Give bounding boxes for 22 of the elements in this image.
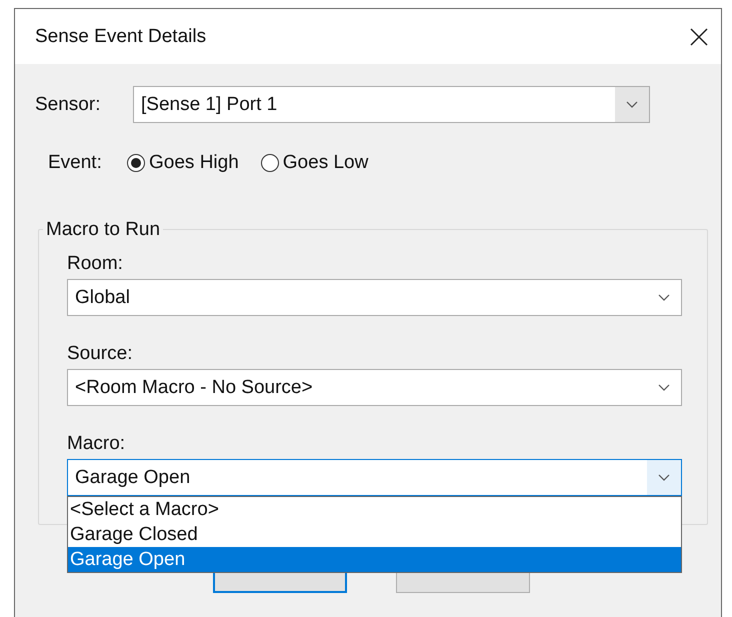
caret-icon [658, 474, 670, 481]
caret-icon [626, 101, 638, 108]
field-label: Room: [67, 252, 124, 275]
list-item[interactable]: Garage Closed [68, 522, 681, 547]
field-label: Sensor: [35, 94, 102, 116]
dropdown[interactable]: Global [67, 279, 682, 316]
window-title: Sense Event Details [35, 26, 206, 48]
sensor-dropdown[interactable]: [Sense 1] Port 1 [133, 86, 650, 123]
close-icon[interactable] [690, 28, 708, 46]
radio-button[interactable] [260, 154, 279, 172]
caret-icon [658, 384, 670, 391]
field-label: Source: [67, 342, 134, 365]
list-item[interactable]: <Select a Macro> [68, 497, 681, 522]
radio-button[interactable] [127, 154, 145, 172]
field-label: Macro: [67, 432, 126, 455]
list-item[interactable]: Garage Open [68, 547, 681, 572]
dropdown[interactable]: Garage Open [67, 459, 682, 496]
dropdown[interactable]: <Room Macro - No Source> [67, 369, 682, 406]
radio-label[interactable]: Goes Low [282, 152, 368, 174]
radio-label[interactable]: Goes High [149, 152, 239, 174]
caret-icon [658, 294, 670, 301]
field-label: Event: [48, 152, 103, 174]
